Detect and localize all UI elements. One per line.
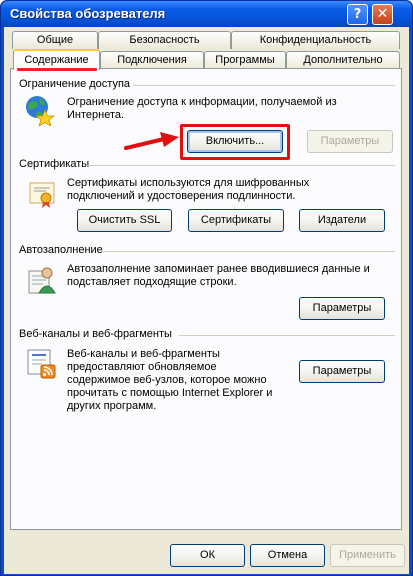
dialog-client: Общие Безопасность Конфиденциальность Со… [4, 27, 409, 574]
access-divider [133, 85, 395, 86]
window-title: Свойства обозревателя [10, 6, 166, 21]
help-button[interactable]: ? [347, 4, 368, 25]
feeds-description: Веб-каналы и веб-фрагменты предоставляют… [67, 348, 273, 412]
feeds-params-button[interactable]: Параметры [299, 360, 385, 383]
autocomplete-icon [25, 263, 57, 295]
rss-feed-icon [25, 347, 57, 379]
publishers-button[interactable]: Издатели [299, 209, 385, 232]
dialog-window: Свойства обозревателя ? ✕ Общие Безопасн… [0, 0, 413, 576]
tab-advanced[interactable]: Дополнительно [286, 51, 400, 69]
autocomplete-description: Автозаполнение запоминает ранее вводивши… [67, 263, 370, 288]
autocomplete-group-title: Автозаполнение [19, 244, 103, 256]
autocomplete-divider [103, 251, 395, 252]
title-bar[interactable]: Свойства обозревателя ? ✕ [1, 1, 412, 27]
certificates-divider [87, 165, 395, 166]
certificates-button[interactable]: Сертификаты [188, 209, 284, 232]
red-arrow-icon [124, 129, 180, 151]
tab-privacy[interactable]: Конфиденциальность [231, 31, 400, 49]
certificates-group-title: Сертификаты [19, 158, 90, 170]
certificates-description: Сертификаты используются для шифрованных… [67, 177, 310, 202]
cancel-button[interactable]: Отмена [250, 544, 325, 567]
tab-content[interactable]: Содержание [13, 49, 100, 70]
content-panel: Ограничение доступа Ограничение доступа … [10, 68, 402, 530]
tab-security[interactable]: Безопасность [98, 31, 231, 49]
ok-button[interactable]: ОК [170, 544, 245, 567]
feeds-group-title: Веб-каналы и веб-фрагменты [19, 328, 172, 340]
access-params-button[interactable]: Параметры [307, 130, 393, 153]
autocomplete-params-button[interactable]: Параметры [299, 297, 385, 320]
active-tab-underline [17, 68, 97, 71]
clear-ssl-button[interactable]: Очистить SSL [77, 209, 172, 232]
tab-programs[interactable]: Программы [204, 51, 286, 69]
tab-general[interactable]: Общие [12, 31, 98, 49]
enable-button[interactable]: Включить... [187, 130, 283, 153]
feeds-divider [179, 335, 395, 336]
globe-star-icon [23, 94, 56, 127]
close-button[interactable]: ✕ [372, 4, 393, 25]
tab-connections[interactable]: Подключения [100, 51, 204, 69]
access-description: Ограничение доступа к информации, получа… [67, 96, 337, 121]
certificate-icon [28, 179, 58, 209]
access-group-title: Ограничение доступа [19, 78, 131, 90]
apply-button[interactable]: Применить [330, 544, 405, 567]
